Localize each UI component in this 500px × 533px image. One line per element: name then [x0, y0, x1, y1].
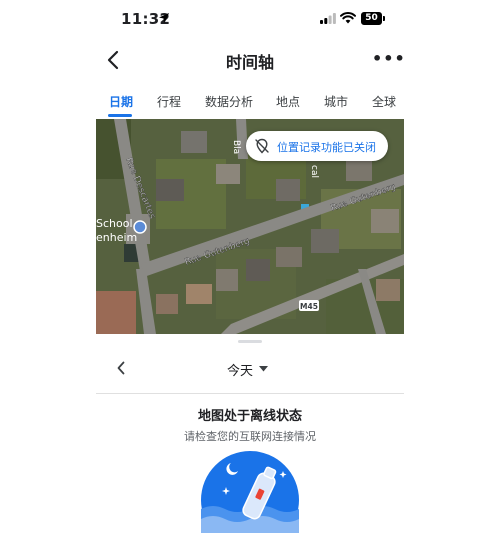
road-shield-m45: M45 [300, 302, 318, 311]
status-bar: 11:32 50 [0, 0, 500, 40]
active-tab-indicator [108, 114, 132, 117]
dropdown-caret-icon[interactable] [259, 366, 268, 372]
sheet-drag-handle[interactable] [238, 340, 262, 343]
location-history-off-chip[interactable]: 位置记录功能已关闭 [246, 131, 388, 161]
timeline-sheet: 今天 地图处于离线状态 请检查您的互联网连接情况 [96, 334, 404, 533]
offline-bottle-illustration-icon [201, 451, 299, 533]
map-label-enheim: enheim [96, 231, 137, 244]
more-options-button[interactable]: ••• [372, 49, 406, 68]
cellular-signal-icon [320, 13, 336, 24]
location-history-off-label: 位置记录功能已关闭 [277, 141, 376, 154]
tab-date[interactable]: 日期 [109, 93, 133, 110]
tab-places[interactable]: 地点 [276, 93, 300, 110]
location-arrow-icon [159, 13, 169, 23]
map-label-cal: cal [309, 165, 319, 178]
tab-world[interactable]: 全球 [372, 93, 396, 110]
offline-subtitle: 请检查您的互联网连接情况 [184, 430, 316, 443]
day-selector-label[interactable]: 今天 [227, 360, 253, 379]
map-label-bla: Bla [231, 140, 241, 154]
sheet-divider [96, 393, 404, 394]
map-label-school: School [96, 217, 133, 230]
previous-day-chevron-icon[interactable] [116, 361, 126, 375]
wifi-icon [340, 11, 356, 24]
app-header: 时间轴 ••• [0, 42, 500, 78]
offline-title: 地图处于离线状态 [197, 409, 302, 424]
tab-trips[interactable]: 行程 [157, 93, 181, 110]
location-off-icon [255, 138, 269, 154]
battery-indicator: 50 [361, 12, 385, 25]
tab-insights[interactable]: 数据分析 [205, 93, 253, 110]
school-marker-icon [133, 220, 147, 234]
page-title: 时间轴 [225, 53, 274, 72]
tab-bar: 日期 行程 数据分析 地点 城市 全球 [96, 88, 404, 118]
tab-cities[interactable]: 城市 [324, 93, 348, 110]
